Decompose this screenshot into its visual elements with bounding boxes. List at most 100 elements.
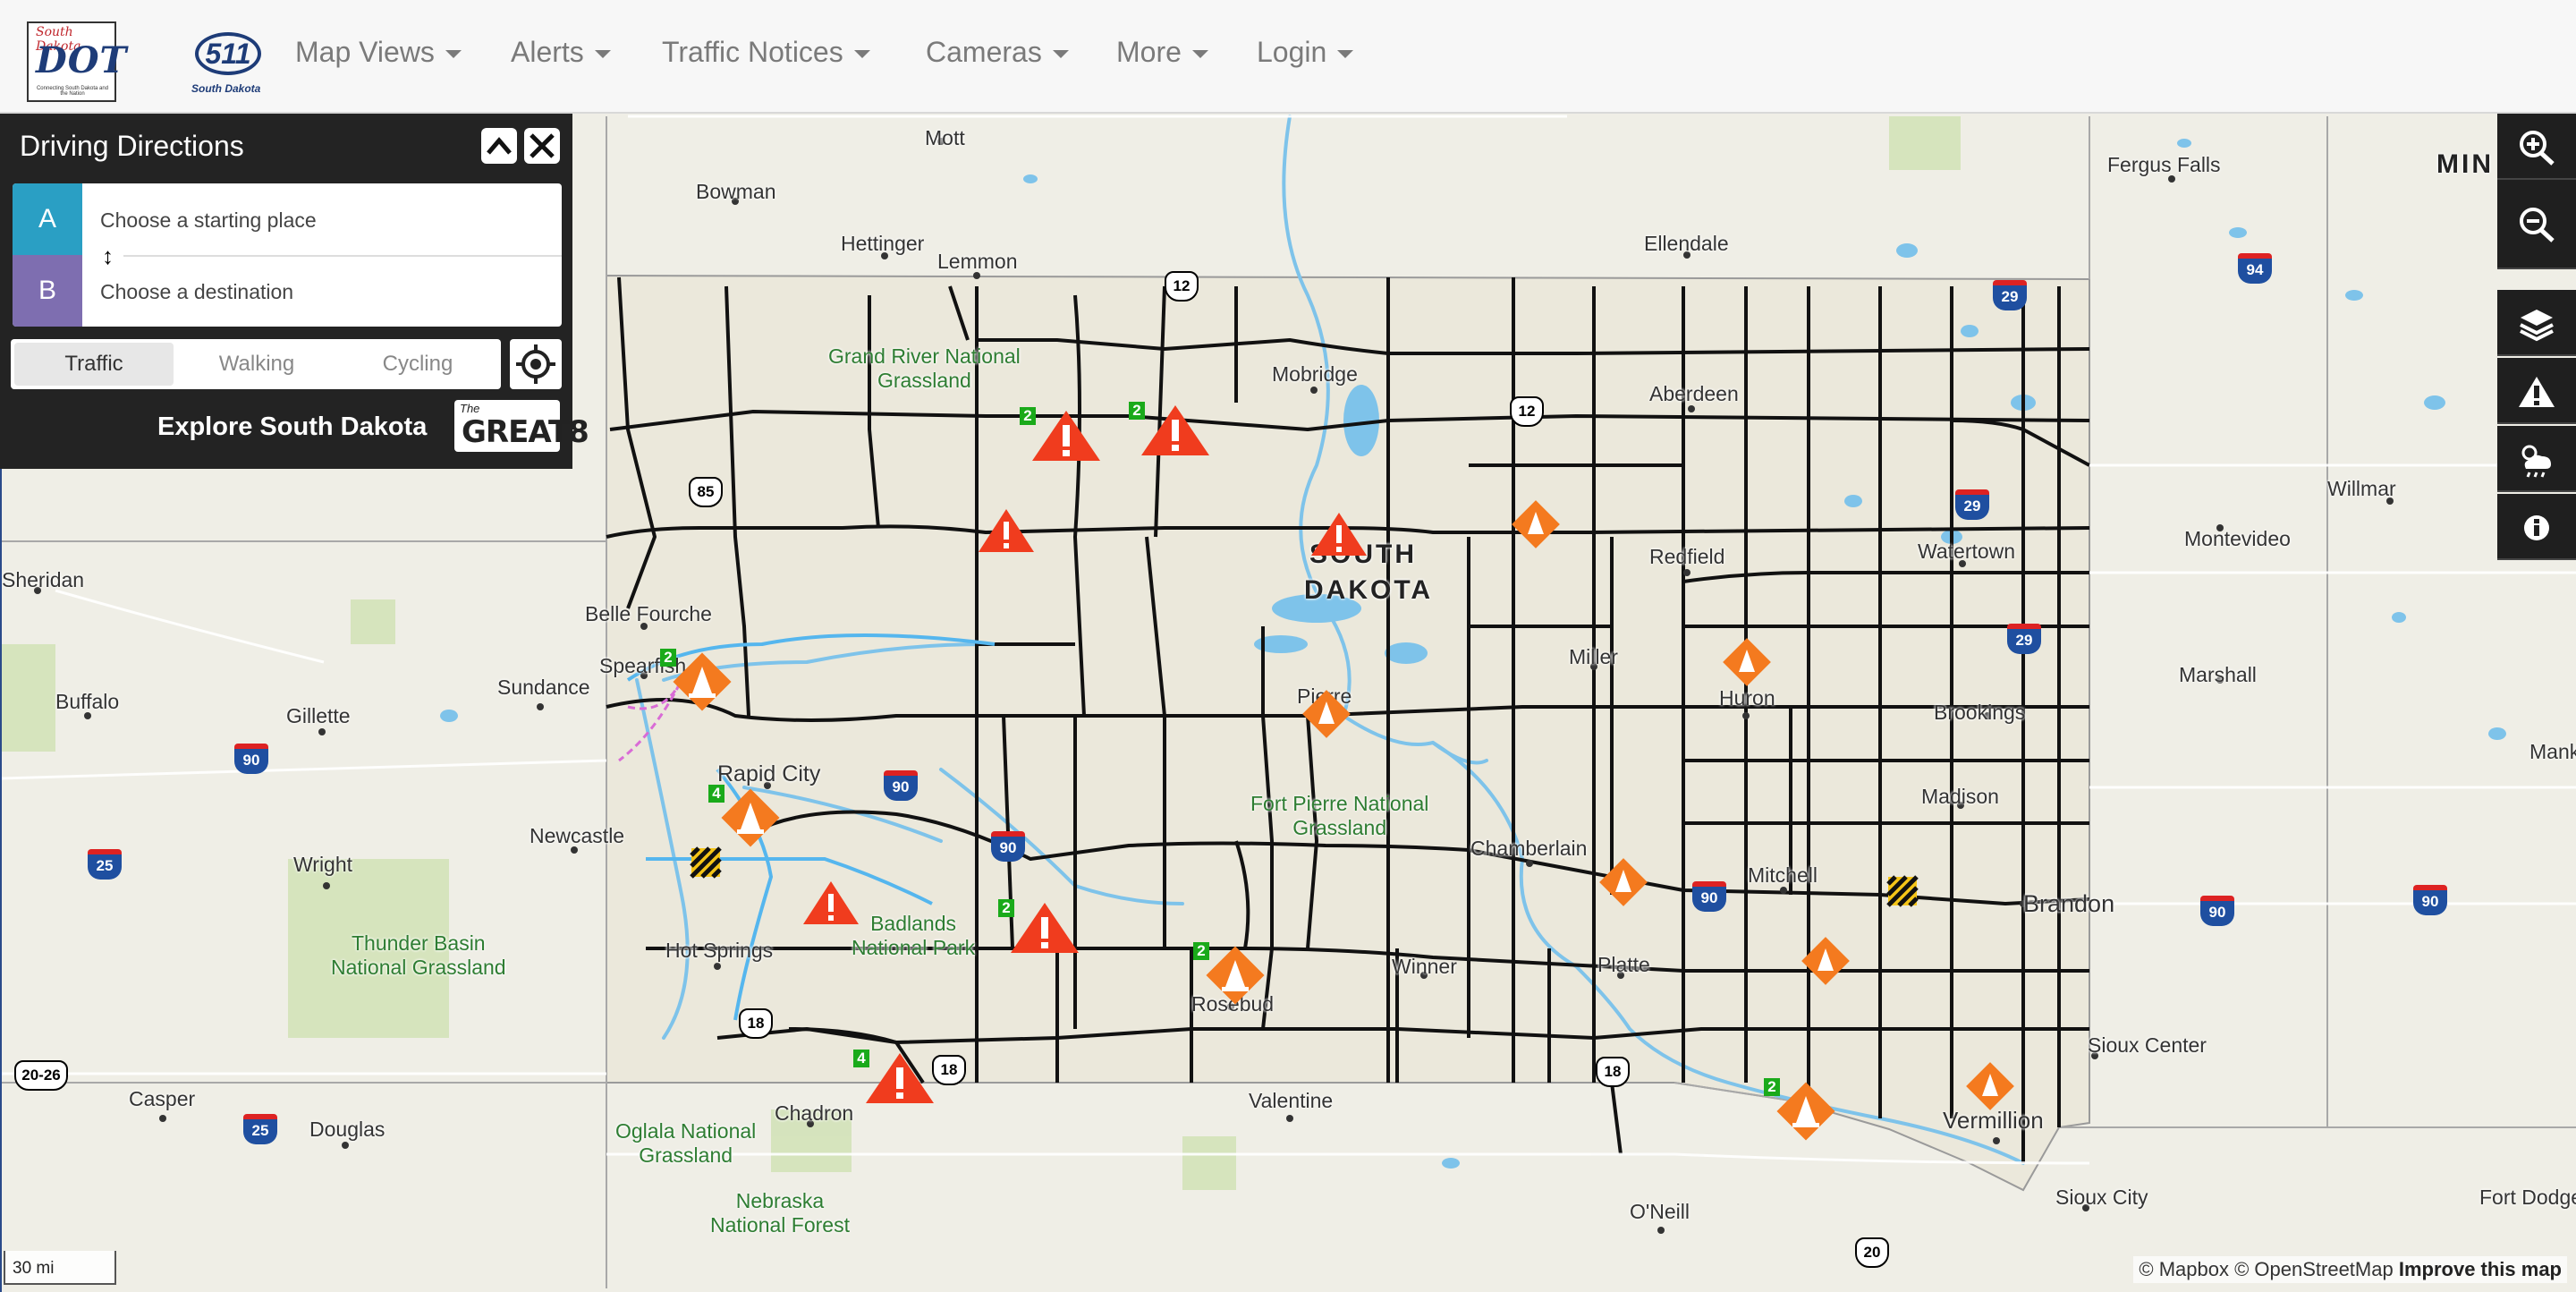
info-icon	[2524, 515, 2549, 540]
starting-place-input[interactable]	[98, 201, 549, 239]
interstate-shield: 29	[1993, 280, 2027, 310]
nav-alerts-label: Alerts	[511, 36, 584, 68]
layers-icon	[2520, 310, 2554, 342]
mode-traffic-button[interactable]: Traffic	[14, 343, 174, 386]
chevron-down-icon	[1337, 50, 1354, 59]
alert-count-badge: 2	[998, 899, 1014, 917]
nav-login-label: Login	[1257, 36, 1327, 68]
mode-cycling-button[interactable]: Cycling	[338, 343, 497, 386]
nav-cameras[interactable]: Cameras	[926, 36, 1069, 69]
weather-layer-button[interactable]	[2497, 426, 2576, 492]
map-layers-button[interactable]	[2497, 290, 2576, 356]
nav-map-views[interactable]: Map Views	[295, 36, 462, 69]
construction-count-badge: 2	[1764, 1078, 1780, 1096]
route-inputs: A ↕ B	[13, 183, 562, 327]
close-panel-button[interactable]	[524, 128, 560, 164]
city-label: Lemmon	[937, 250, 1018, 273]
chevron-down-icon	[1052, 50, 1069, 59]
sddot-logo[interactable]: South Dakota DOT Connecting South Dakota…	[27, 21, 126, 102]
top-navbar: South Dakota DOT Connecting South Dakota…	[0, 0, 2576, 114]
city-label: Buffalo	[55, 690, 120, 713]
destination-input[interactable]	[98, 273, 549, 310]
construction-count-badge: 2	[660, 649, 676, 667]
city-label: Sundance	[497, 676, 590, 699]
chevron-up-icon	[487, 137, 512, 155]
city-label: Douglas	[309, 1118, 386, 1141]
route-divider	[123, 255, 562, 257]
park-label: Grand River National Grassland	[828, 344, 1021, 392]
nav-more[interactable]: More	[1116, 36, 1208, 69]
city-label: Marshall	[2179, 663, 2257, 686]
city-label: Wright	[293, 853, 353, 876]
mode-walking-button[interactable]: Walking	[177, 343, 336, 386]
city-label: Hot Springs	[665, 939, 774, 962]
nav-login[interactable]: Login	[1257, 36, 1354, 69]
logo-511-state: South Dakota	[191, 82, 261, 95]
map-info-button[interactable]	[2497, 494, 2576, 560]
great8-text: GREAT8	[462, 414, 589, 450]
city-label: Valentine	[1249, 1089, 1334, 1112]
city-label: Mitchell	[1748, 863, 1818, 887]
city-label: Watertown	[1918, 540, 2016, 563]
city-label: Brandon	[2023, 890, 2115, 917]
attribution-text[interactable]: © Mapbox © OpenStreetMap	[2139, 1258, 2393, 1280]
interstate-shield: 94	[2238, 253, 2272, 284]
city-label: Bowman	[696, 180, 776, 203]
explore-south-dakota-link[interactable]: Explore South Dakota	[157, 412, 427, 442]
city-label: Mott	[925, 126, 965, 149]
city-label: Madison	[1921, 785, 1999, 808]
interstate-shield: 90	[234, 744, 268, 774]
city-label: Redfield	[1649, 545, 1725, 568]
us-route-shield: 18	[932, 1055, 966, 1085]
us-route-shield: 12	[1165, 271, 1199, 302]
swap-route-icon[interactable]: ↕	[102, 242, 114, 270]
chevron-down-icon	[594, 50, 611, 59]
city-label: Fergus Falls	[2107, 153, 2221, 176]
collapse-panel-button[interactable]	[481, 128, 517, 164]
nav-traffic-notices[interactable]: Traffic Notices	[662, 36, 870, 69]
park-label: Badlands National Park	[852, 912, 976, 959]
sd511-logo[interactable]: 511 South Dakota	[188, 29, 274, 100]
zoom-in-button[interactable]	[2497, 114, 2576, 180]
state-label-dakota: DAKOTA	[1304, 575, 1434, 605]
us-route-shield: 85	[689, 477, 723, 507]
interstate-shield: 29	[1955, 489, 1989, 520]
use-my-location-button[interactable]	[510, 339, 562, 389]
great8-logo[interactable]: The GREAT8	[454, 400, 589, 452]
city-label: Aberdeen	[1649, 382, 1739, 405]
alert-count-badge: 2	[1129, 402, 1145, 420]
driving-directions-panel: Driving Directions A ↕ B Traffic Walking…	[0, 114, 589, 469]
alert-count-badge: 4	[853, 1050, 869, 1067]
city-label: Sheridan	[2, 568, 85, 591]
zoom-out-button[interactable]	[2497, 180, 2576, 269]
alerts-filter-button[interactable]	[2497, 358, 2576, 424]
city-label: Rapid City	[717, 761, 821, 786]
interstate-shield: 90	[991, 831, 1025, 862]
city-label: Gillette	[286, 704, 351, 727]
interstate-shield: 25	[243, 1114, 277, 1144]
nav-alerts[interactable]: Alerts	[511, 36, 611, 69]
weather-icon	[2521, 445, 2551, 478]
nav-more-label: More	[1116, 36, 1182, 68]
city-label: Montevideo	[2184, 527, 2291, 550]
destination-badge: B	[13, 255, 82, 327]
logo-tagline: Connecting South Dakota and the Nation	[36, 86, 109, 97]
us-route-shield: 18	[739, 1008, 773, 1039]
city-label: Sioux City	[2055, 1186, 2148, 1209]
city-label: Brookings	[1934, 701, 2026, 724]
city-label: Fort Dodge	[2479, 1186, 2576, 1209]
improve-map-link[interactable]: Improve this map	[2399, 1258, 2562, 1280]
us-route-shield: 20-26	[14, 1060, 68, 1091]
nav-traffic-notices-label: Traffic Notices	[662, 36, 843, 68]
nav-cameras-label: Cameras	[926, 36, 1042, 68]
city-label: Chamberlain	[1470, 837, 1588, 860]
city-label: Miller	[1569, 645, 1618, 668]
city-label: Casper	[129, 1087, 196, 1110]
alert-triangle-icon	[2519, 377, 2555, 407]
city-label: Ellendale	[1644, 232, 1729, 255]
crosshair-icon	[516, 344, 555, 384]
city-label: Belle Fourche	[585, 602, 712, 625]
interstate-shield: 90	[884, 770, 918, 801]
start-badge: A	[13, 183, 82, 255]
state-label-minnesota: MIN	[2436, 149, 2494, 179]
